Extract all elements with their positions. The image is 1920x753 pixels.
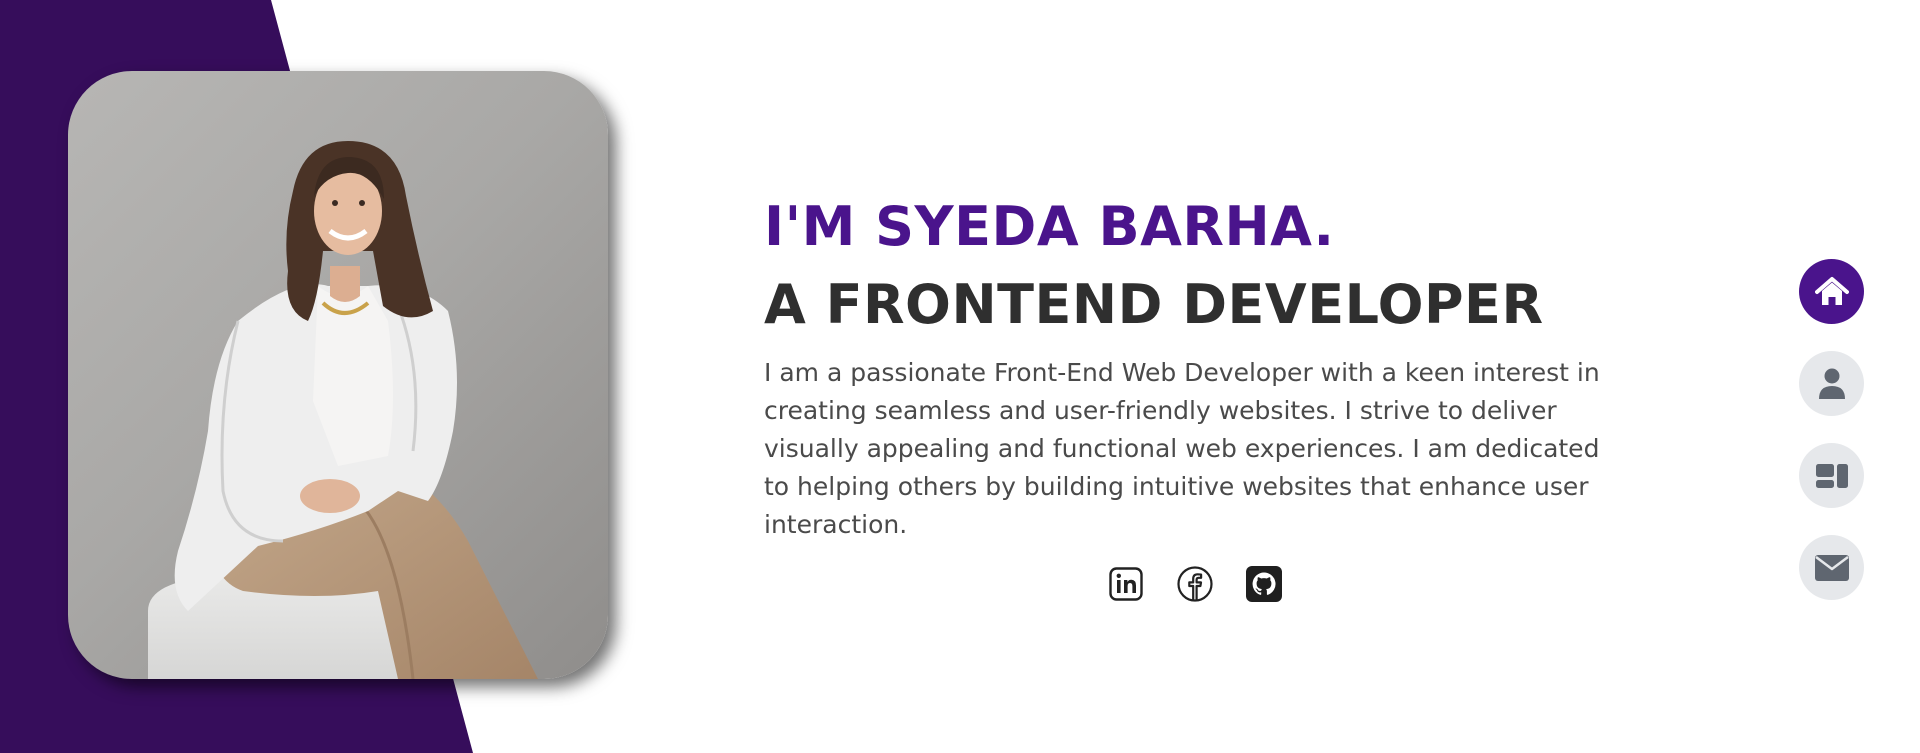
hero-description: I am a passionate Front-End Web Develope… (764, 358, 1600, 539)
linkedin-link[interactable] (1108, 566, 1144, 602)
social-links (1108, 566, 1282, 602)
user-icon (1818, 368, 1845, 399)
profile-photo (68, 71, 608, 679)
facebook-icon (1177, 566, 1213, 602)
home-icon (1814, 276, 1849, 305)
github-link[interactable] (1246, 566, 1282, 602)
nav-contact-button[interactable] (1799, 535, 1864, 600)
nav-portfolio-button[interactable] (1799, 443, 1864, 508)
profile-photo-illustration (148, 141, 538, 679)
nav-about-button[interactable] (1799, 351, 1864, 416)
hero-page: I'M SYEDA BARHA. A FRONTEND DEVELOPER I … (0, 0, 1920, 753)
hero-text: I'M SYEDA BARHA. A FRONTEND DEVELOPER I … (764, 192, 1624, 544)
hero-subtitle: A FRONTEND DEVELOPER (764, 273, 1544, 336)
facebook-link[interactable] (1177, 566, 1213, 602)
github-icon (1246, 566, 1282, 602)
portfolio-icon (1815, 463, 1848, 488)
hero-title: I'M SYEDA BARHA. (764, 195, 1335, 258)
linkedin-icon (1109, 567, 1143, 601)
mail-icon (1814, 554, 1849, 581)
nav-home-button[interactable] (1799, 259, 1864, 324)
side-navigation (1799, 259, 1864, 600)
